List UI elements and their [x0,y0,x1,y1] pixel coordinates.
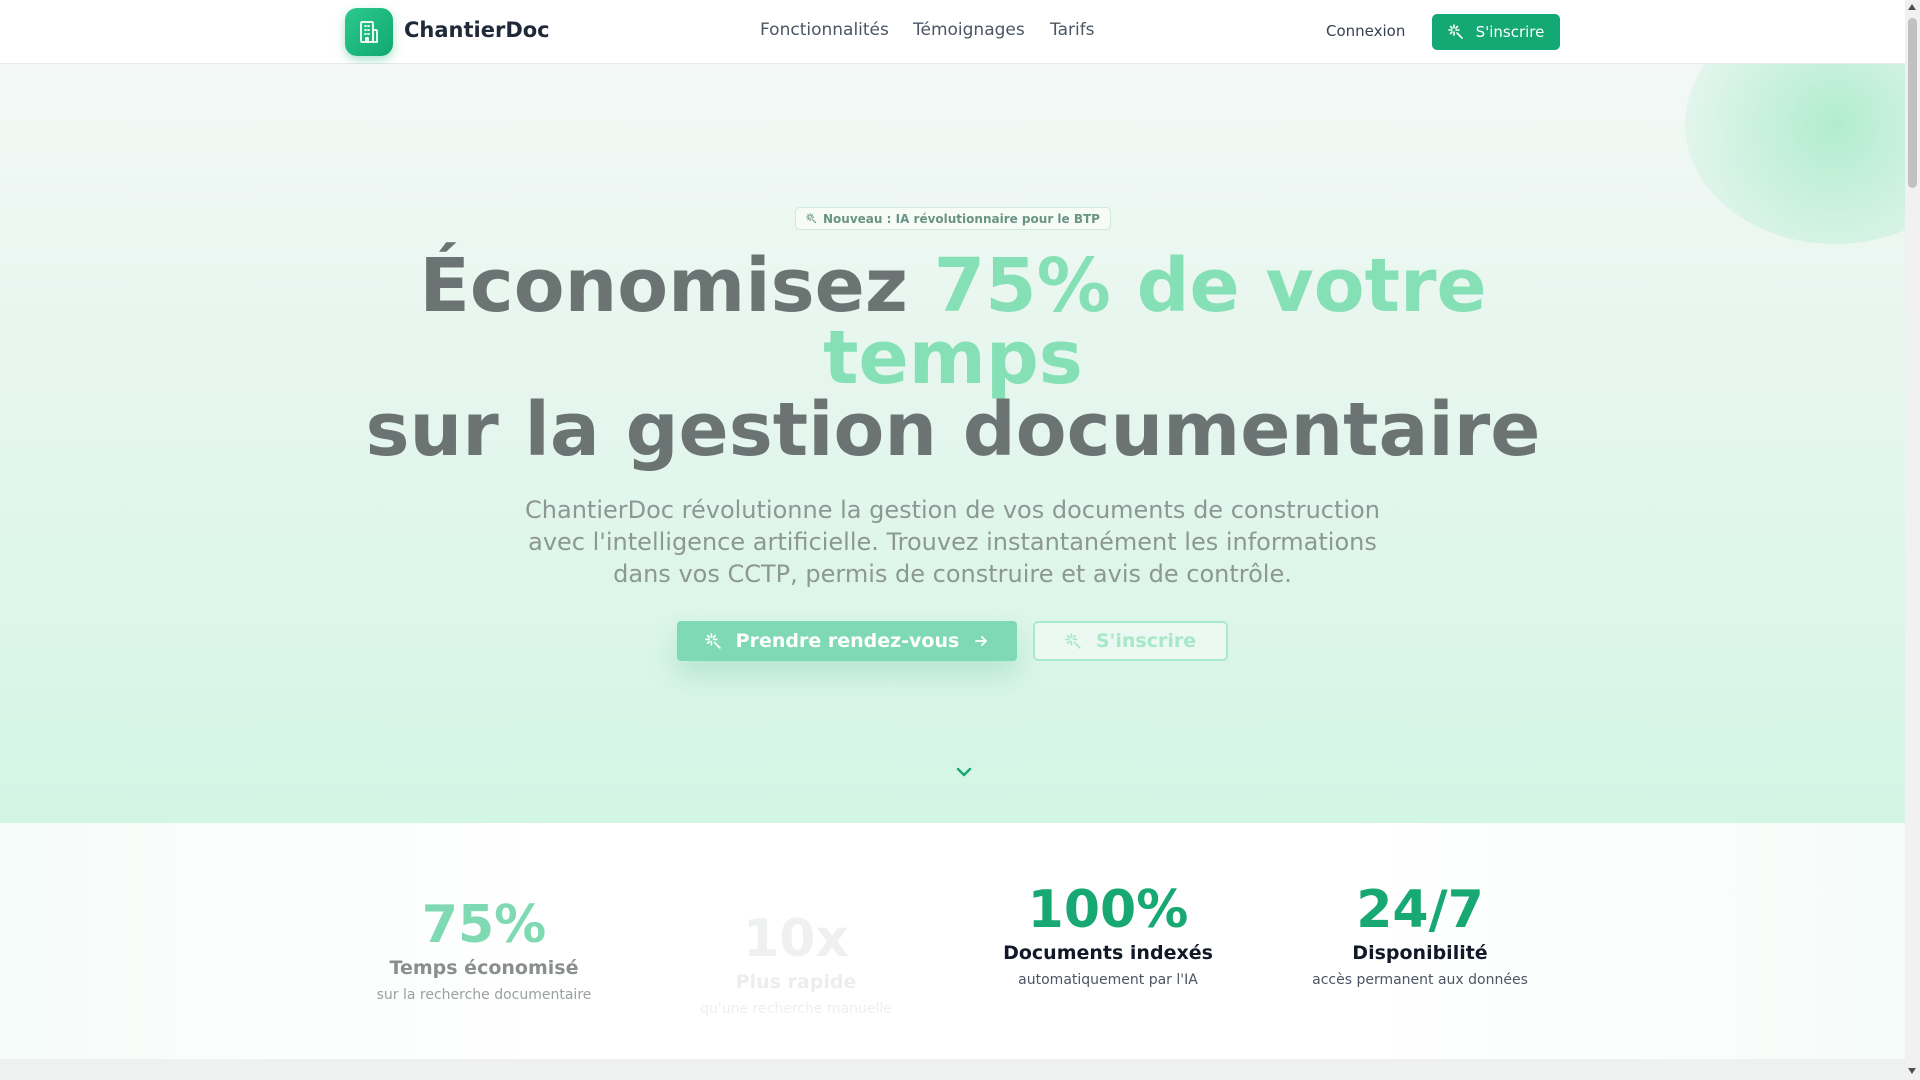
stat-label: Disponibilité [1352,942,1488,964]
stat-description: accès permanent aux données [1312,972,1528,988]
stat-description: qu'une recherche manuelle [700,1001,892,1017]
sparkle-icon [704,632,721,649]
stat-label: Documents indexés [1003,942,1213,964]
hero-subtext: ChantierDoc révolutionne la gestion de v… [525,496,1380,588]
hero-headline: Économisez 75% de votre temps sur la ges… [353,249,1553,467]
badge-label: Nouveau : IA révolutionnaire pour le BTP [823,211,1100,226]
header-signup-button[interactable]: S'inscrire [1432,14,1560,50]
chevron-down-icon [956,767,972,777]
building-icon [360,21,378,43]
login-link[interactable]: Connexion [1326,22,1405,40]
stat-value: 24/7 [1356,880,1484,940]
arrow-right-icon [975,636,988,646]
hero-signup-button[interactable]: S'inscrire [1033,621,1228,661]
stat-value: 100% [1027,880,1189,940]
stat-label: Temps économisé [389,957,579,979]
sparkle-icon [1065,632,1081,649]
stat-card: 100% Documents indexés automatiquement p… [963,880,1253,988]
stats-section: 75% Temps économisé sur la recherche doc… [0,823,1905,1059]
logo[interactable] [345,8,393,56]
headline-part2: sur la gestion documentaire [365,387,1541,473]
stat-card: 75% Temps économisé sur la recherche doc… [339,895,629,1003]
sparkle-icon [806,213,817,224]
stat-card: 24/7 Disponibilité accès permanent aux d… [1275,880,1565,988]
brand-name[interactable]: ChantierDoc [404,18,550,42]
new-badge: Nouveau : IA révolutionnaire pour le BTP [795,207,1111,230]
scroll-down-indicator[interactable] [953,761,975,787]
stat-card: 10x Plus rapide qu'une recherche manuell… [651,909,941,1017]
nav-link-features[interactable]: Fonctionnalités [760,20,889,40]
next-section-edge [0,1059,1905,1080]
stats-background [0,823,1905,1059]
stat-description: sur la recherche documentaire [376,987,592,1003]
stat-value: 10x [743,909,849,969]
hero-signup-label: S'inscrire [1095,630,1197,652]
header-signup-label: S'inscrire [1475,23,1545,41]
stat-description: automatiquement par l'IA [1018,972,1198,988]
hero-section: Nouveau : IA révolutionnaire pour le BTP… [0,64,1905,823]
stat-label: Plus rapide [735,971,857,993]
nav-link-testimonials[interactable]: Témoignages [913,20,1025,40]
sparkle-icon [1447,24,1463,39]
hero-glow [1685,64,1905,244]
nav-link-pricing[interactable]: Tarifs [1050,20,1095,40]
site-header: ChantierDoc Fonctionnalités Témoignages … [0,0,1905,64]
scroll-up-arrow-icon[interactable] [1908,4,1916,10]
scroll-down-arrow-icon[interactable] [1908,1068,1916,1074]
stat-value: 75% [421,895,547,955]
scrollbar-thumb[interactable] [1908,18,1917,188]
page-scrollbar[interactable] [1905,0,1920,1080]
book-meeting-button[interactable]: Prendre rendez-vous [677,621,1017,661]
book-meeting-label: Prendre rendez-vous [735,630,960,652]
